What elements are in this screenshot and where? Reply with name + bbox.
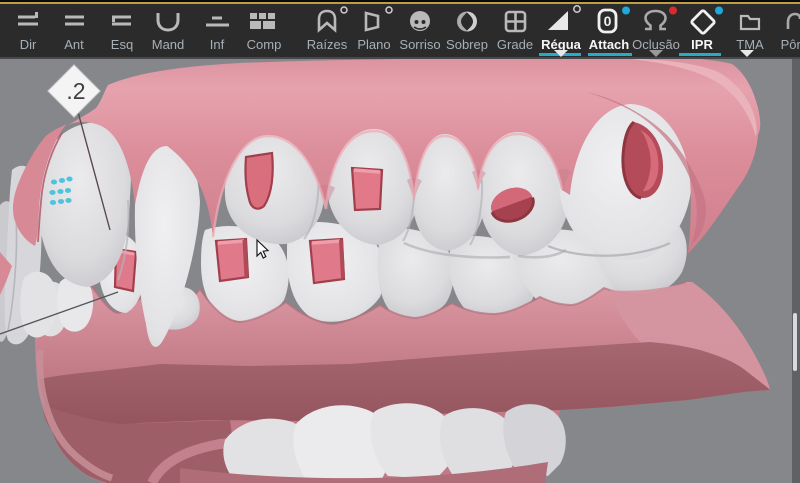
svg-text:.2: .2	[66, 78, 85, 104]
svg-text:0: 0	[604, 13, 612, 29]
